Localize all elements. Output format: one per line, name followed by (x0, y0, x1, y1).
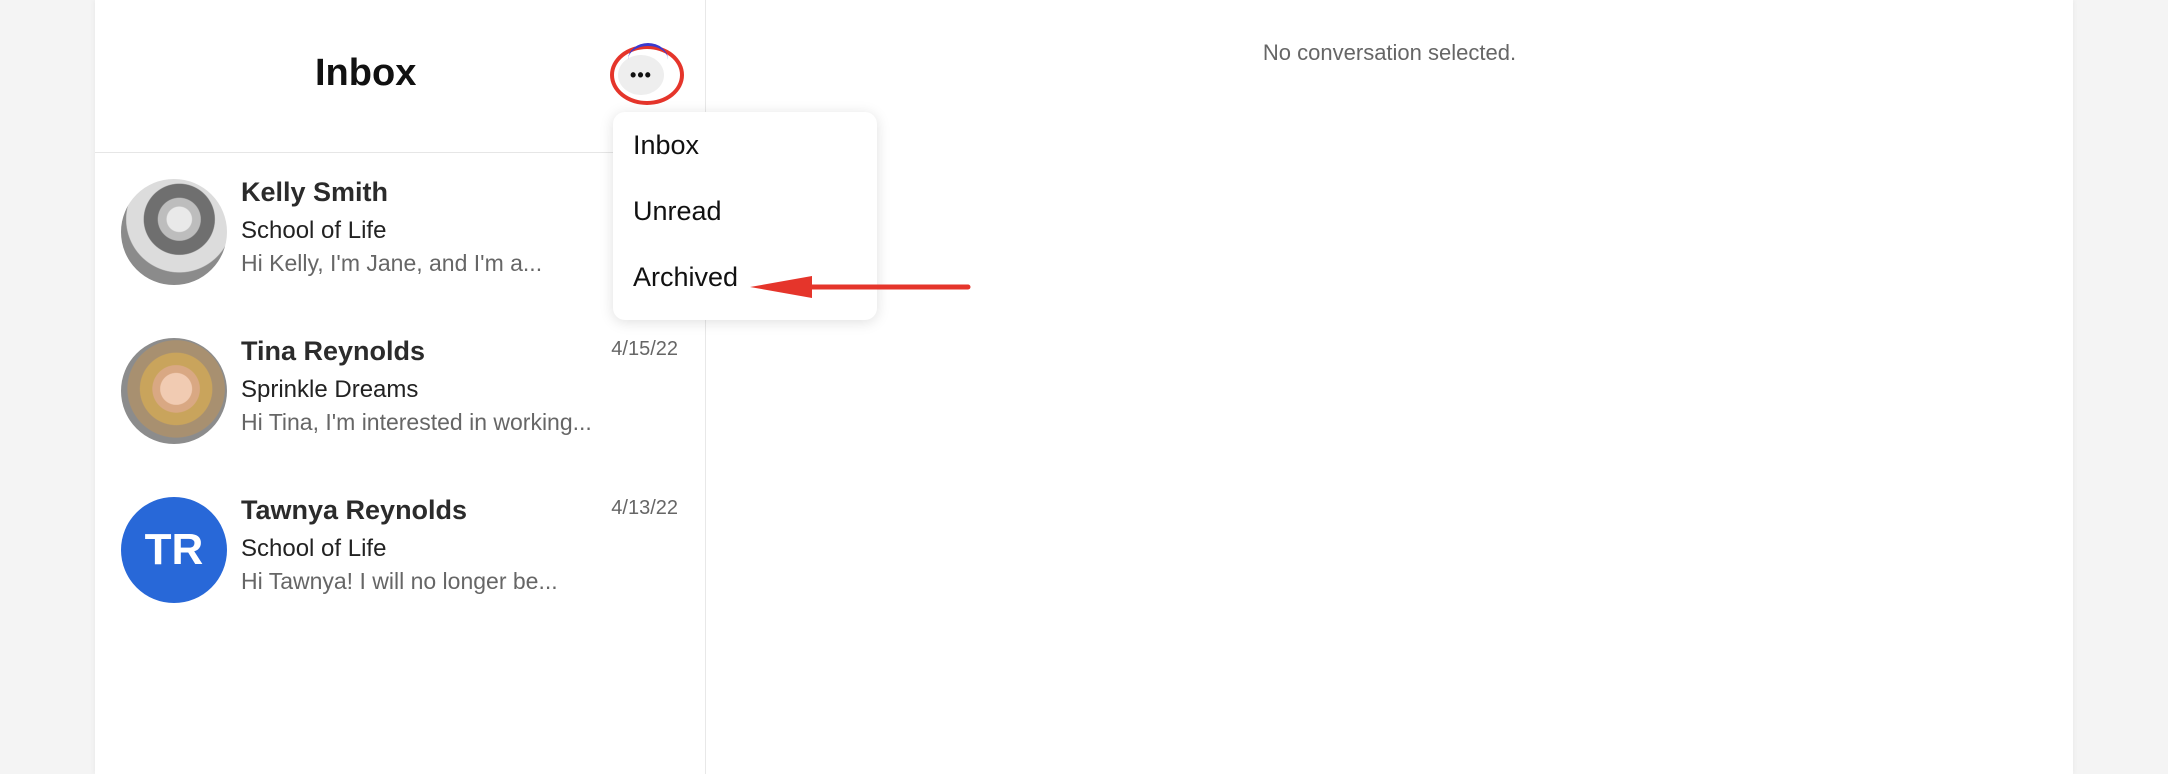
empty-state-message: No conversation selected. (1262, 40, 1517, 65)
more-options-button[interactable]: ••• (618, 55, 664, 95)
conversation-preview: Hi Tawnya! I will no longer be... (241, 568, 558, 594)
avatar (121, 338, 227, 444)
conversation-pane: No conversation selected. (706, 0, 2073, 774)
conversation-name: Tina Reynolds (241, 336, 426, 366)
messaging-app: Inbox ••• Kelly Smith School of Life Hi … (95, 0, 2073, 774)
conversation-name: Kelly Smith (241, 177, 389, 207)
conversation-name: Tawnya Reynolds (241, 495, 468, 525)
conversation-date: 4/13/22 (611, 497, 678, 519)
conversation-preview: Hi Tina, I'm interested in working... (241, 409, 592, 435)
conversation-company: Sprinkle Dreams (241, 376, 419, 403)
conversation-company: School of Life (241, 217, 387, 244)
conversation-date: 4/15/22 (611, 338, 678, 360)
conversation-item-tina-reynolds[interactable]: Tina Reynolds Sprinkle Dreams Hi Tina, I… (95, 314, 705, 464)
conversation-item-tawnya-reynolds[interactable]: TR Tawnya Reynolds School of Life Hi Taw… (95, 473, 705, 623)
menu-item-inbox[interactable]: Inbox (633, 130, 699, 161)
avatar (121, 179, 227, 285)
more-horizontal-icon: ••• (630, 64, 652, 85)
page-title: Inbox (315, 52, 417, 94)
conversation-company: School of Life (241, 535, 387, 562)
conversation-preview: Hi Kelly, I'm Jane, and I'm a... (241, 250, 543, 276)
avatar: TR (121, 497, 227, 603)
